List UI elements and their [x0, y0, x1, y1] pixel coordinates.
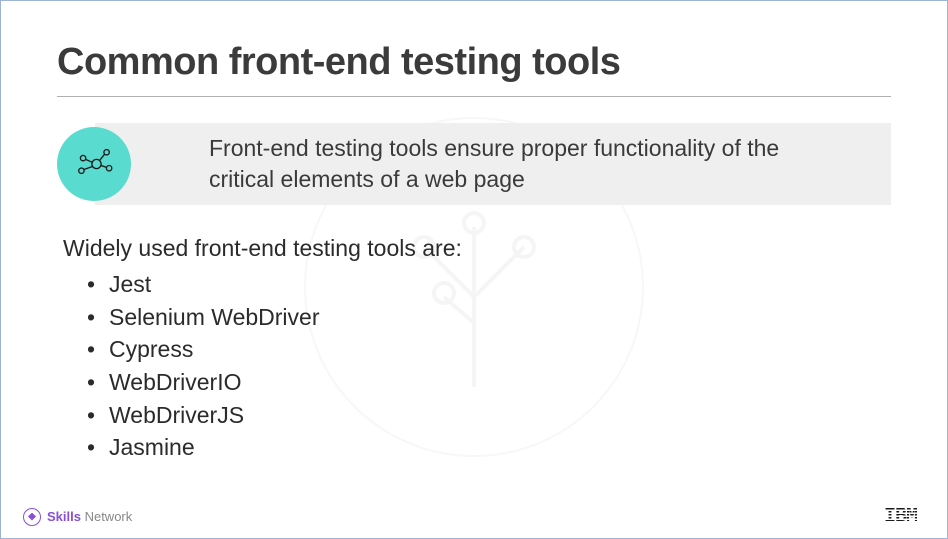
skills-network-brand: Skills Network: [23, 508, 132, 526]
callout-row: Front-end testing tools ensure proper fu…: [57, 121, 891, 207]
body-section: Widely used front-end testing tools are:…: [63, 235, 891, 464]
brand-rest: Network: [81, 509, 132, 524]
intro-text: Widely used front-end testing tools are:: [63, 235, 891, 262]
skills-network-icon: [23, 508, 41, 526]
network-icon-circle: [57, 127, 131, 201]
brand-bold: Skills: [47, 509, 81, 524]
list-item: Selenium WebDriver: [87, 301, 891, 334]
bullet-list: Jest Selenium WebDriver Cypress WebDrive…: [63, 268, 891, 464]
list-item: Jasmine: [87, 431, 891, 464]
list-item: Cypress: [87, 333, 891, 366]
footer: Skills Network IBM: [23, 505, 917, 528]
list-item: WebDriverIO: [87, 366, 891, 399]
slide-title: Common front-end testing tools: [57, 41, 891, 97]
list-item: Jest: [87, 268, 891, 301]
slide-content: Common front-end testing tools Front-end…: [1, 1, 947, 464]
callout-text: Front-end testing tools ensure proper fu…: [157, 121, 857, 207]
network-icon: [73, 143, 115, 185]
skills-network-text: Skills Network: [47, 509, 132, 524]
ibm-logo: IBM: [884, 505, 917, 528]
list-item: WebDriverJS: [87, 399, 891, 432]
